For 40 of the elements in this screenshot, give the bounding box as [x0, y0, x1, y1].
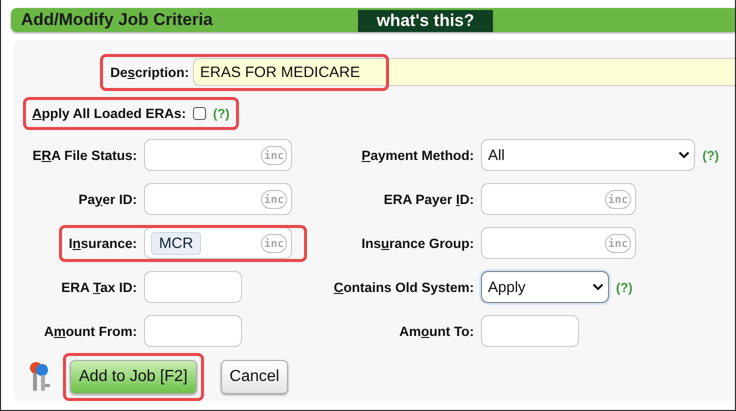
field-label: Amount From:	[44, 324, 137, 338]
field-label: Insurance:	[68, 236, 137, 250]
inc-badge[interactable]: inc	[605, 190, 631, 208]
help-link[interactable]: (?)	[616, 280, 633, 294]
field-label: Apply All Loaded ERAs:	[32, 106, 186, 120]
keys-icon	[27, 360, 53, 394]
add-button[interactable]: Add to Job [F2]	[70, 360, 197, 394]
help-link[interactable]: (?)	[702, 148, 719, 162]
token-chip[interactable]: MCR	[151, 232, 202, 254]
field-label: Payer ID:	[78, 192, 137, 206]
input-field[interactable]	[481, 315, 579, 347]
inc-badge[interactable]: inc	[605, 234, 631, 252]
help-link[interactable]: (?)	[213, 106, 230, 120]
input-field[interactable]	[144, 315, 242, 347]
field-label: ERA Payer ID:	[384, 192, 474, 206]
checkbox[interactable]	[193, 106, 206, 120]
description-input[interactable]: ERAS FOR MEDICARE	[193, 58, 735, 86]
cancel-button[interactable]: Cancel	[220, 360, 288, 394]
field-label: Payment Method:	[361, 148, 474, 162]
field-label: Insurance Group:	[361, 236, 474, 250]
chevron-down-icon	[678, 151, 690, 159]
input-field[interactable]: inc	[481, 227, 636, 259]
input-field[interactable]	[144, 271, 242, 303]
select-dropdown[interactable]: All	[481, 139, 696, 171]
field-label: ERA Tax ID:	[61, 280, 137, 294]
field-label: ERA File Status:	[32, 148, 137, 162]
help-banner-link[interactable]: what's this?	[358, 10, 493, 32]
inc-badge[interactable]: inc	[261, 146, 287, 164]
input-field[interactable]: inc	[144, 139, 292, 171]
field-label: Amount To:	[399, 324, 474, 338]
field-label: Contains Old System:	[334, 280, 474, 294]
input-field[interactable]: inc	[144, 183, 292, 215]
page-title: Add/Modify Job Criteria	[20, 10, 214, 30]
field-label: Description:	[110, 64, 189, 80]
inc-badge[interactable]: inc	[261, 190, 287, 208]
select-dropdown[interactable]: Apply	[481, 271, 609, 303]
input-field[interactable]: MCR inc	[144, 227, 292, 259]
chevron-down-icon	[592, 283, 604, 291]
input-field[interactable]: inc	[481, 183, 636, 215]
inc-badge[interactable]: inc	[261, 234, 287, 252]
